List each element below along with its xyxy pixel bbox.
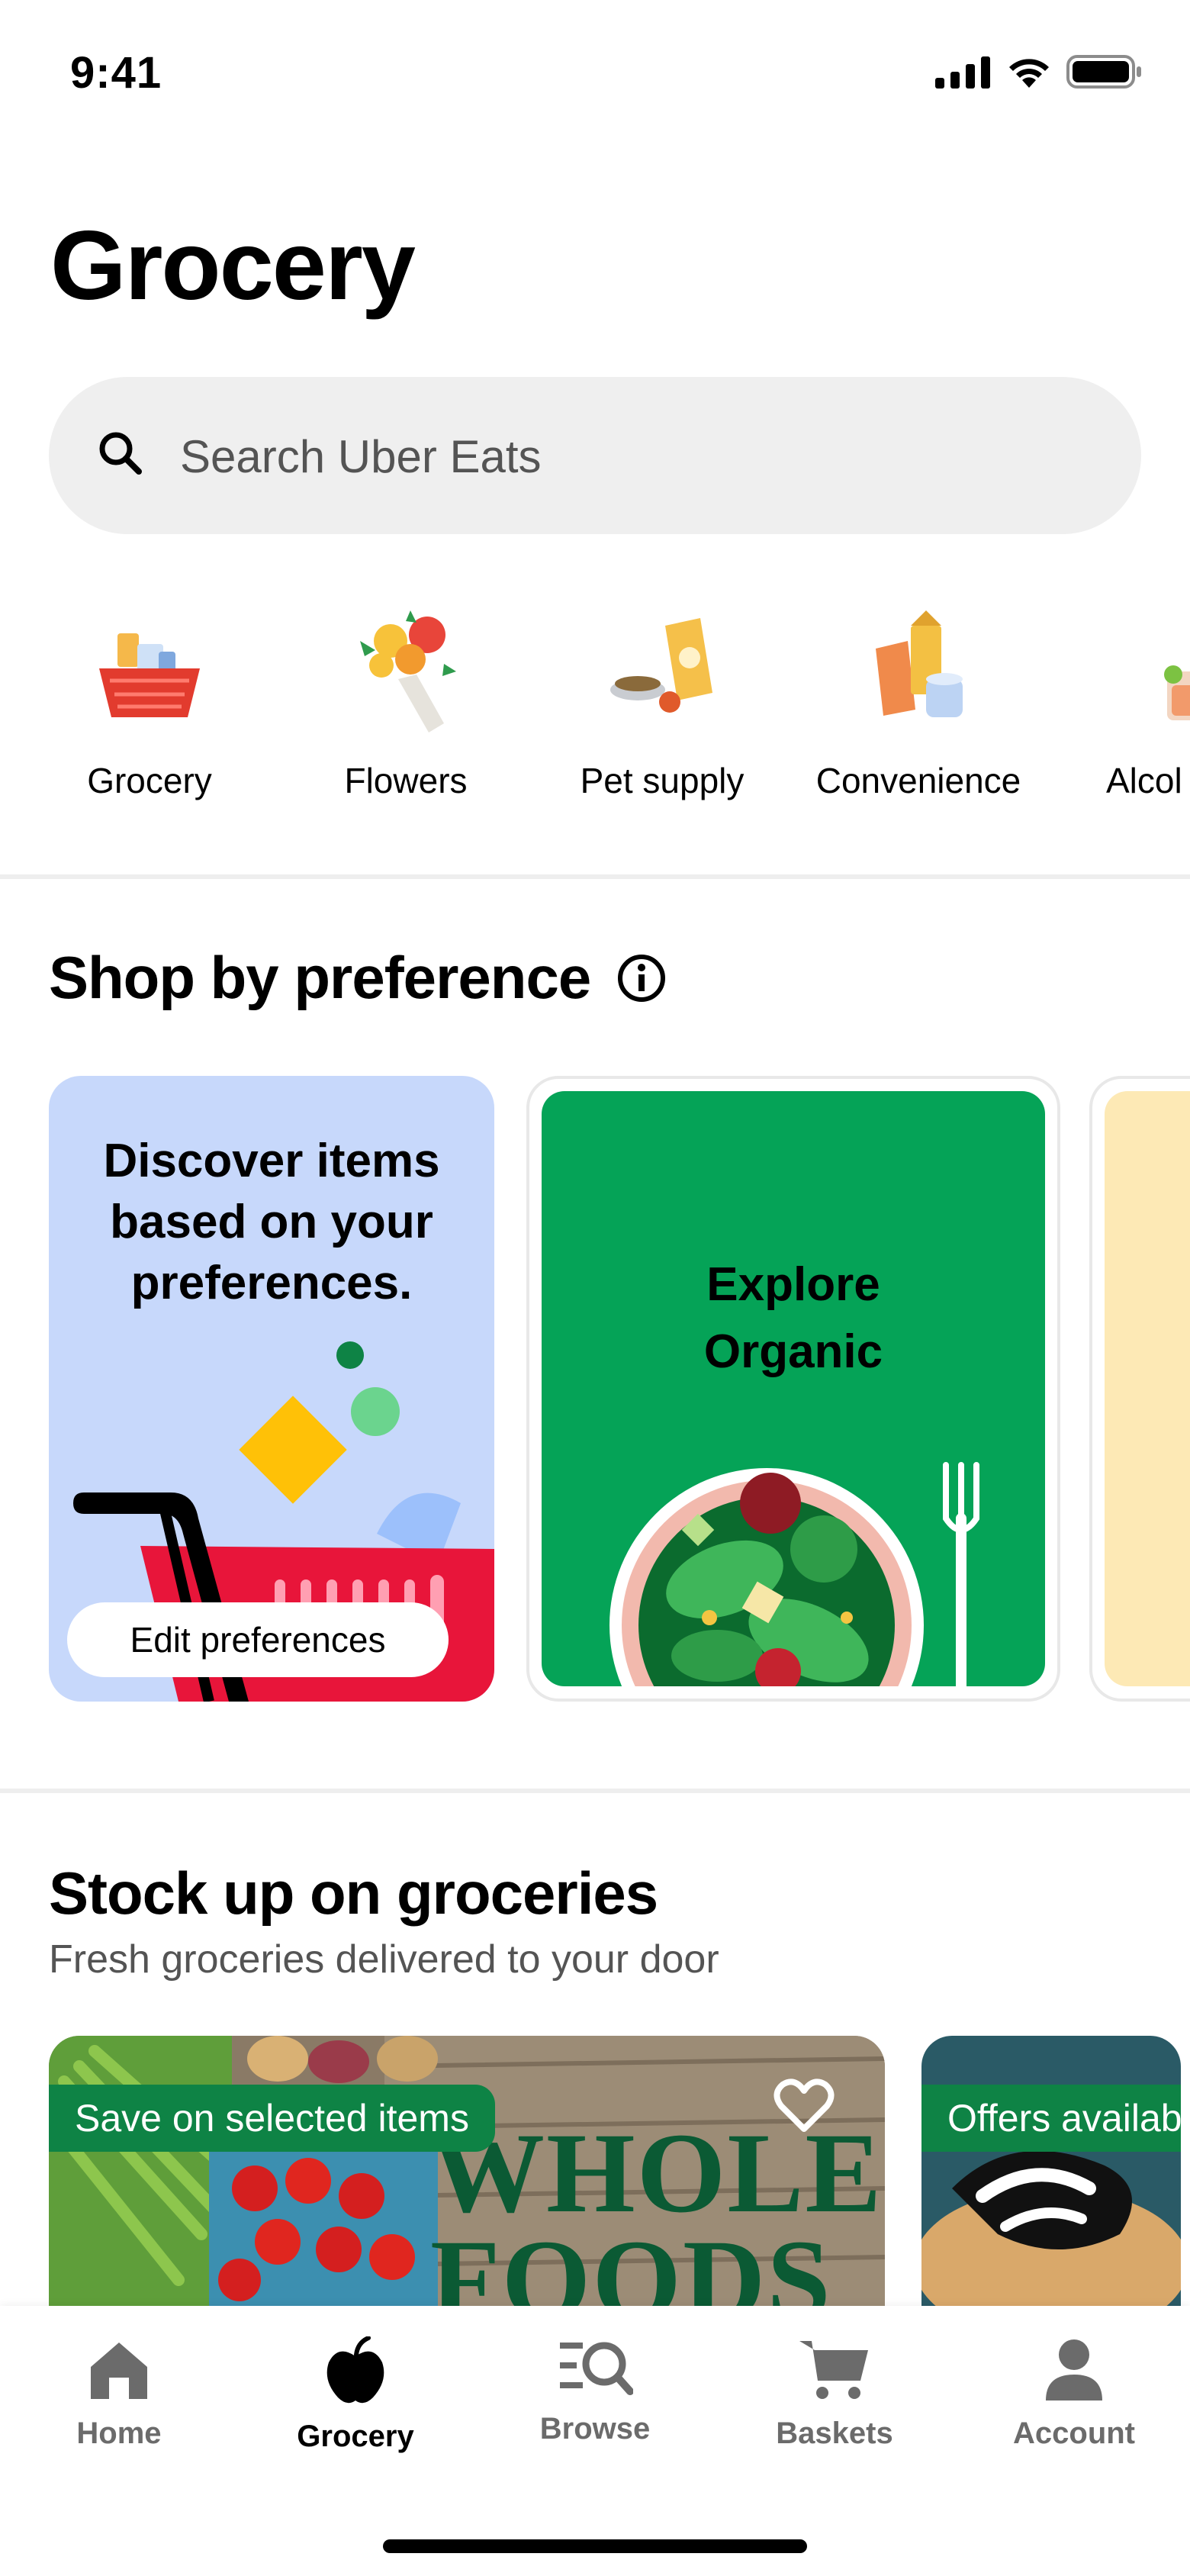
store-card-whole-foods[interactable]: WHOLE FOODS Save on selected items <box>49 2036 885 2310</box>
tab-label: Account <box>1013 2417 1135 2450</box>
category-label: Convenience <box>815 761 1021 800</box>
preference-header: Shop by preference <box>49 943 667 1013</box>
preference-card-next[interactable] <box>1089 1076 1190 1702</box>
category-label: Alcol <box>1106 761 1182 800</box>
tab-label: Browse <box>539 2412 651 2446</box>
status-time: 9:41 <box>70 48 162 98</box>
apple-icon <box>326 2336 384 2404</box>
search-placeholder: Search Uber Eats <box>180 431 542 482</box>
category-grocery[interactable]: Grocery <box>35 595 264 801</box>
alcohol-icon <box>1164 665 1190 720</box>
home-indicator <box>383 2539 807 2553</box>
convenience-icon <box>876 610 963 717</box>
signal-icon <box>935 56 990 89</box>
tab-baskets[interactable]: Baskets <box>716 2336 954 2451</box>
promo-badge: Save on selected items <box>49 2085 495 2152</box>
category-label: Pet supply <box>580 761 745 800</box>
flower-bouquet-icon <box>360 610 456 733</box>
info-icon[interactable] <box>616 953 667 1003</box>
search-input[interactable]: Search Uber Eats <box>49 377 1141 534</box>
section-title: Shop by preference <box>49 944 591 1011</box>
tab-grocery[interactable]: Grocery <box>236 2336 474 2454</box>
card-organic-inner: Explore Organic <box>542 1091 1045 1686</box>
wifi-icon <box>1009 59 1049 88</box>
section-divider <box>0 874 1190 879</box>
preference-card-discover[interactable]: Discover items based on your preferences… <box>49 1076 494 1702</box>
account-icon <box>1046 2339 1102 2401</box>
category-pet-supply[interactable]: Pet supply <box>548 595 777 801</box>
tab-label: Grocery <box>297 2420 414 2453</box>
preference-card-organic[interactable]: Explore Organic <box>526 1076 1060 1702</box>
heart-icon[interactable] <box>774 2079 835 2133</box>
category-row: Grocery Flowers Pet supply Convenience A… <box>0 595 1190 839</box>
tab-account[interactable]: Account <box>955 2336 1190 2451</box>
home-icon <box>91 2343 147 2399</box>
page-title: Grocery <box>50 211 416 320</box>
card-next-inner <box>1105 1091 1190 1686</box>
category-label: Grocery <box>87 761 212 800</box>
store-logo: WHOLE FOODS <box>430 2110 883 2310</box>
cart-icon <box>799 2341 868 2399</box>
store-banner-image <box>921 2036 1181 2310</box>
pet-supply-icon <box>610 618 712 713</box>
promo-badge: Offers availab <box>921 2085 1181 2152</box>
category-label: Flowers <box>344 761 468 800</box>
category-convenience[interactable]: Convenience <box>804 595 1033 801</box>
salad-bowl-illustration <box>609 1462 979 1686</box>
store-card-next[interactable]: Offers availab <box>921 2036 1181 2310</box>
section-title: Stock up on groceries <box>49 1860 658 1927</box>
grocery-basket-icon <box>99 633 200 717</box>
edit-preferences-button[interactable]: Edit preferences <box>67 1602 449 1677</box>
search-icon <box>99 432 142 475</box>
tab-label: Baskets <box>776 2417 893 2450</box>
section-divider <box>0 1789 1190 1793</box>
tab-browse[interactable]: Browse <box>476 2336 714 2446</box>
bottom-tab-bar: Home Grocery Browse Baskets Account <box>0 2306 1190 2576</box>
tab-home[interactable]: Home <box>0 2336 238 2451</box>
battery-icon <box>1066 55 1141 89</box>
tab-label: Home <box>76 2417 162 2450</box>
category-flowers[interactable]: Flowers <box>291 595 520 801</box>
section-subtitle: Fresh groceries delivered to your door <box>49 1937 719 1982</box>
browse-icon <box>560 2342 634 2395</box>
status-icons <box>935 53 1143 90</box>
category-alcohol[interactable]: Alcol <box>1060 595 1190 801</box>
